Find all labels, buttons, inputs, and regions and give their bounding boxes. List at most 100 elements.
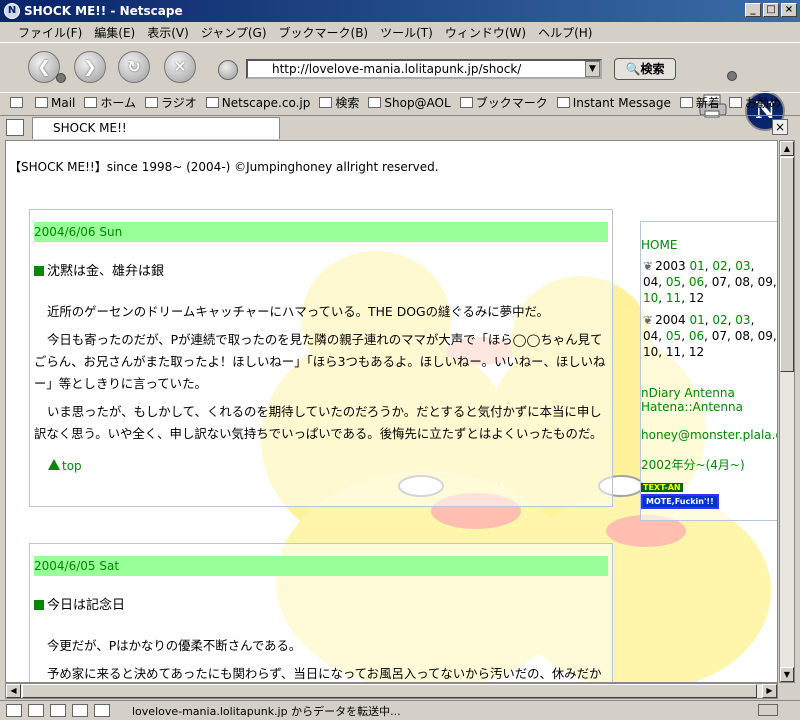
- title-bar: N SHOCK ME!! - Netscape _ □ ×: [0, 0, 800, 22]
- close-tab-icon[interactable]: ×: [772, 119, 788, 135]
- square-bullet-icon: [34, 600, 44, 610]
- antenna-link[interactable]: Hatena::Antenna: [641, 400, 777, 414]
- bookmark-search[interactable]: 検索: [319, 94, 359, 111]
- bookmark-bookmarks[interactable]: ブックマーク: [459, 94, 548, 111]
- bookmark-recommended[interactable]: お勧め: [728, 94, 781, 111]
- month-link[interactable]: 01: [689, 259, 704, 273]
- bookmark-shop[interactable]: Shop@AOL: [368, 96, 451, 110]
- radio-icon: [145, 97, 159, 108]
- menu-file[interactable]: ファイル(F): [18, 24, 82, 41]
- bookmark-radio[interactable]: ラジオ: [145, 94, 197, 111]
- entry-paragraph: 予め家に来ると決めてあったにも関わらず、当日になってお風呂入ってないから汚いだの…: [47, 666, 602, 681]
- bookmark-icon: [728, 97, 742, 108]
- back-history-dropdown[interactable]: [56, 73, 66, 83]
- home-link[interactable]: HOME: [641, 238, 777, 252]
- status-text: lovelove-mania.lolitapunk.jp からデータを転送中..…: [132, 705, 401, 718]
- bookmark-new[interactable]: 新着: [679, 94, 720, 111]
- month-link[interactable]: 05: [666, 329, 681, 343]
- month-link[interactable]: 03: [735, 259, 750, 273]
- entry-paragraph: 近所のゲーセンのドリームキャッチャーにハマっている。THE DOGの縫ぐるみに夢…: [47, 304, 549, 319]
- menu-help[interactable]: ヘルプ(H): [538, 24, 592, 41]
- month-link[interactable]: 01: [689, 313, 704, 327]
- mail-icon[interactable]: [28, 704, 44, 717]
- copyright-text: 【SHOCK ME!!】since 1998~ (2004-) ©Jumping…: [9, 160, 439, 174]
- address-book-icon[interactable]: [94, 704, 110, 717]
- menu-edit[interactable]: 編集(E): [94, 24, 135, 41]
- security-icon[interactable]: [758, 704, 778, 716]
- scroll-up-icon[interactable]: ▲: [780, 141, 794, 156]
- month-link[interactable]: 10: [643, 291, 658, 305]
- entry-heading: 沈黙は金、雄弁は銀: [34, 260, 608, 279]
- top-link[interactable]: top: [48, 459, 612, 473]
- url-dropdown-icon[interactable]: ▼: [585, 61, 600, 77]
- archive-year: ❦ 2003 01, 02, 03, 04, 05, 06, 07, 08, 09…: [643, 259, 777, 305]
- up-triangle-icon: [48, 459, 60, 470]
- shop-icon: [368, 96, 382, 108]
- menu-view[interactable]: 表示(V): [147, 24, 189, 41]
- month-link[interactable]: 06: [689, 275, 704, 289]
- diary-entry: 2004/6/05 Sat 今日は記念日 今更だが、Pはかなりの優柔不断さんであ…: [29, 543, 613, 682]
- month-link[interactable]: 03: [735, 313, 750, 327]
- antenna-link[interactable]: nDiary Antenna: [641, 386, 777, 400]
- square-bullet-icon: [34, 266, 44, 276]
- menu-bookmarks[interactable]: ブックマーク(B): [279, 24, 369, 41]
- bookmark-icon: [556, 96, 570, 108]
- bookmark-home[interactable]: ホーム: [84, 94, 136, 111]
- reload-icon[interactable]: ↻: [118, 51, 150, 83]
- scroll-right-icon[interactable]: ▶: [762, 684, 777, 698]
- menu-bar: ファイル(F) 編集(E) 表示(V) ジャンプ(G) ブックマーク(B) ツー…: [0, 22, 800, 42]
- composer-icon[interactable]: [72, 704, 88, 717]
- vertical-scrollbar[interactable]: ▲ ▼: [779, 140, 795, 683]
- month-link[interactable]: 06: [689, 329, 704, 343]
- stop-icon[interactable]: ✕: [164, 51, 196, 83]
- menu-window[interactable]: ウィンドウ(W): [445, 24, 526, 41]
- search-button[interactable]: 🔍検索: [614, 58, 676, 80]
- tab-shock-me[interactable]: SHOCK ME!!: [32, 117, 280, 139]
- bookmark-instant-message[interactable]: Instant Message: [556, 96, 671, 110]
- text-an-badge[interactable]: TEXT-AN: [641, 483, 683, 492]
- sidebar-toggle-icon[interactable]: [6, 119, 24, 136]
- vertical-scroll-thumb[interactable]: [780, 157, 794, 372]
- diary-entry: 2004/6/06 Sun 沈黙は金、雄弁は銀 近所のゲーセンのドリームキャッチ…: [29, 209, 613, 507]
- menu-go[interactable]: ジャンプ(G): [201, 24, 267, 41]
- horizontal-scrollbar[interactable]: ◀ ▶: [5, 683, 778, 699]
- window-title: SHOCK ME!! - Netscape: [24, 4, 183, 18]
- archive-2002-link[interactable]: 2002年分~(4月~): [641, 456, 777, 473]
- my-icon: [205, 96, 219, 108]
- month-link[interactable]: 11: [666, 291, 681, 305]
- month-link[interactable]: 02: [712, 259, 727, 273]
- entry-date: 2004/6/06 Sun: [34, 222, 608, 242]
- home-icon: [84, 97, 98, 108]
- month-link[interactable]: 02: [712, 313, 727, 327]
- maximize-button[interactable]: □: [763, 3, 779, 17]
- folder-icon: [459, 97, 473, 108]
- tab-bar: SHOCK ME!! ×: [0, 115, 800, 139]
- navigator-icon[interactable]: [6, 704, 22, 717]
- minimize-button[interactable]: _: [745, 3, 761, 17]
- url-go-icon[interactable]: [218, 60, 238, 80]
- archive-sidebar: HOME ❦ 2003 01, 02, 03, 04, 05, 06, 07, 0…: [640, 221, 777, 521]
- month-link[interactable]: 05: [666, 275, 681, 289]
- mote-badge[interactable]: MOTE,Fuckin'!!: [641, 494, 719, 509]
- url-input[interactable]: http://lovelove-mania.lolitapunk.jp/shoc…: [246, 59, 602, 79]
- close-button[interactable]: ×: [781, 3, 797, 17]
- scroll-left-icon[interactable]: ◀: [6, 684, 21, 698]
- netscape-icon: N: [4, 3, 20, 19]
- email-link[interactable]: honey@monster.plala.or.jp: [641, 428, 777, 442]
- bookmark-mail[interactable]: Mail: [35, 96, 75, 110]
- status-bar: lovelove-mania.lolitapunk.jp からデータを転送中..…: [0, 700, 800, 720]
- print-dropdown[interactable]: [727, 71, 737, 81]
- toolbar-menu-icon[interactable]: [10, 96, 26, 110]
- entry-paragraph: 今更だが、Pはかなりの優柔不断さんである。: [47, 638, 302, 653]
- forward-arrow-icon[interactable]: ❯: [74, 51, 106, 83]
- leaf-icon: ❦: [643, 313, 654, 327]
- personal-toolbar: Mail ホーム ラジオ Netscape.co.jp 検索 Shop@AOL …: [0, 92, 800, 112]
- entry-heading: 今日は記念日: [34, 594, 608, 613]
- menu-tools[interactable]: ツール(T): [380, 24, 433, 41]
- horizontal-scroll-thumb[interactable]: [22, 684, 757, 698]
- aim-icon[interactable]: [50, 704, 66, 717]
- bookmark-netscape[interactable]: Netscape.co.jp: [205, 96, 310, 110]
- archive-year: ❦ 2004 01, 02, 03, 04, 05, 06, 07, 08, 09…: [643, 313, 777, 359]
- scroll-down-icon[interactable]: ▼: [780, 667, 794, 682]
- entry-paragraph: 今日も寄ったのだが、Pが連続で取ったのを見た隣の親子連れのママが大声で「ほら◯◯…: [34, 332, 606, 391]
